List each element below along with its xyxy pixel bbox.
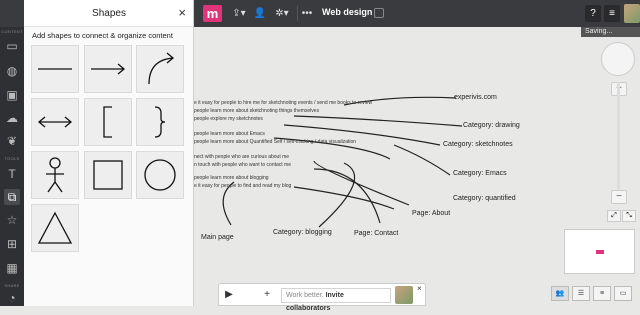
bottom-bar: ▶ + Work better. Invite collaborators (218, 283, 426, 312)
edit-title-icon[interactable] (374, 8, 384, 18)
node-quantified[interactable]: Category: quantified (453, 195, 516, 202)
node-sketchnotes[interactable]: Category: sketchnotes (443, 141, 513, 148)
fullscreen-icon[interactable]: ⤡ (622, 210, 636, 222)
comment-view-button[interactable]: ▭ (614, 286, 632, 301)
node-drawing[interactable]: Category: drawing (463, 122, 520, 129)
help-button[interactable]: ? (585, 5, 601, 22)
share-strip-icon[interactable]: ◔ (4, 290, 20, 306)
zoom-out-button[interactable]: − (611, 190, 627, 204)
strip-label-share: SHARE (4, 283, 20, 288)
node-about[interactable]: Page: About (412, 210, 450, 217)
pan-control[interactable] (601, 42, 635, 76)
image-icon[interactable]: ▣ (4, 87, 20, 103)
close-icon[interactable]: × (417, 284, 422, 293)
close-icon[interactable]: × (178, 5, 186, 20)
shape-triangle[interactable] (31, 204, 79, 252)
shape-arrow[interactable] (84, 45, 132, 93)
outline-view-button[interactable]: ≡ (593, 286, 611, 301)
panel-title: Shapes (92, 8, 126, 19)
star-icon[interactable]: ☆ (4, 212, 20, 228)
shape-stick-figure[interactable] (31, 151, 79, 199)
more-button[interactable]: ••• (300, 6, 314, 21)
node-experivis[interactable]: experivis.com (454, 94, 497, 101)
share-icon[interactable]: ⇪▾ (229, 6, 249, 21)
menu-button[interactable]: ≡ (604, 5, 620, 22)
strip-label-tools: TOOLS (4, 156, 20, 161)
people-view-button[interactable]: 👥 (551, 286, 569, 301)
text-icon[interactable]: T (4, 166, 20, 182)
shape-line[interactable] (31, 45, 79, 93)
grid-icon[interactable]: ⊞ (4, 236, 20, 252)
add-collaborator-icon[interactable]: + (259, 288, 275, 302)
shape-brace[interactable] (136, 98, 184, 146)
shapes-panel: Shapes × Add shapes to connect & organiz… (24, 0, 194, 306)
note-8[interactable]: people learn more about blogging (194, 175, 269, 181)
map-title[interactable]: Web design (322, 7, 372, 17)
node-main[interactable]: Main page (201, 234, 234, 241)
node-blogging[interactable]: Category: blogging (273, 229, 332, 236)
globe-icon[interactable]: ◍ (4, 63, 20, 79)
invite-collaborators[interactable]: Work better. Invite collaborators (281, 288, 391, 312)
note-5[interactable]: people learn more about Quantified Self … (194, 139, 356, 145)
note-6[interactable]: nect with people who are curious about m… (194, 154, 289, 160)
shape-square[interactable] (84, 151, 132, 199)
node-contact[interactable]: Page: Contact (354, 230, 398, 237)
left-toolbar: CONTENT ▭ ◍ ▣ ☁ ❦ TOOLS T ⧉ ☆ ⊞ ▦ SHARE … (0, 0, 24, 306)
panel-description: Add shapes to connect & organize content (32, 31, 173, 40)
video-icon[interactable]: ▶ (221, 288, 237, 302)
logo[interactable]: m (203, 5, 222, 22)
shape-curved-arrow[interactable] (136, 45, 184, 93)
avatar[interactable] (624, 4, 640, 23)
note-9[interactable]: e it easy for people to find and read my… (194, 183, 291, 189)
shape-double-arrow[interactable] (31, 98, 79, 146)
shapes-icon[interactable]: ⧉ (4, 189, 20, 205)
gear-icon[interactable]: ✲▾ (272, 6, 292, 21)
strip-label-content: CONTENT (1, 29, 23, 34)
evernote-icon[interactable]: ❦ (4, 133, 20, 149)
add-user-icon[interactable]: 👤 (252, 6, 268, 21)
note-4[interactable]: people learn more about Emacs (194, 131, 265, 137)
note-7[interactable]: n touch with people who want to contact … (194, 162, 291, 168)
zoom-slider[interactable] (617, 82, 620, 200)
note-2[interactable]: people learn more about sketchnoting thi… (194, 108, 319, 114)
collaborator-avatar[interactable] (395, 286, 413, 304)
minimap-viewport (596, 250, 604, 254)
shape-circle[interactable] (136, 151, 184, 199)
list-view-button[interactable]: ☰ (572, 286, 590, 301)
inbox-icon[interactable]: ▭ (4, 38, 20, 54)
minimap[interactable] (564, 229, 635, 274)
pattern-icon[interactable]: ▦ (4, 260, 20, 276)
invite-prefix: Work better. (286, 292, 326, 299)
node-emacs[interactable]: Category: Emacs (453, 170, 507, 177)
fit-icon[interactable]: ⤢ (607, 210, 621, 222)
note-3[interactable]: people explore my sketchnotes (194, 116, 263, 122)
note-1[interactable]: e it easy for people to hire me for sket… (194, 100, 372, 106)
shape-bracket[interactable] (84, 98, 132, 146)
cloud-icon[interactable]: ☁ (4, 110, 20, 126)
divider (297, 6, 298, 21)
